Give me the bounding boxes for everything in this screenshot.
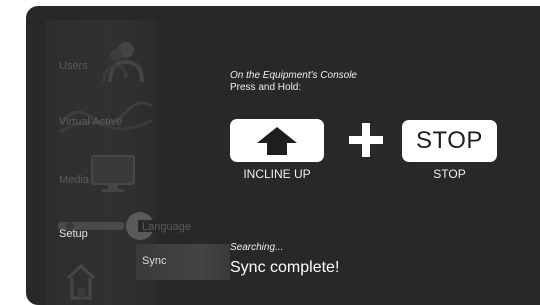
instruction-heading: On the Equipment's Console [230, 70, 357, 81]
menu-label-setup: Setup [59, 228, 88, 240]
menu-item-users[interactable]: Users [46, 34, 156, 84]
submenu-item-language[interactable]: Language [136, 210, 230, 246]
searching-text: Searching... [230, 242, 284, 253]
menu-label-users: Users [59, 60, 88, 72]
virtual-active-icon [58, 101, 153, 134]
submenu-label-language: Language [142, 221, 191, 233]
submenu-label-sync: Sync [142, 255, 167, 267]
stop-key-label: STOP [416, 127, 483, 154]
monitor-icon [91, 155, 135, 192]
incline-up-key [230, 119, 324, 162]
setup-submenu: Language Sync [136, 208, 230, 288]
sync-screen: Users Virtual Active Media Setup Languag… [26, 6, 540, 305]
arrow-up-icon [257, 127, 297, 155]
menu-label-virtual-active: Virtual Active [59, 116, 123, 128]
plus-icon [347, 121, 385, 159]
menu-label-media: Media [59, 174, 89, 186]
menu-item-media[interactable]: Media [46, 150, 156, 200]
submenu-item-sync[interactable]: Sync [136, 244, 230, 280]
instruction-subheading: Press and Hold: [230, 82, 302, 93]
stop-caption: STOP [433, 167, 466, 181]
home-icon [66, 263, 96, 300]
incline-up-caption: INCLINE UP [243, 167, 311, 181]
stop-key: STOP [402, 120, 497, 162]
users-icon [102, 42, 144, 83]
menu-item-virtual-active[interactable]: Virtual Active [46, 92, 156, 142]
sync-status: Sync complete! [230, 259, 340, 276]
sync-instructions: On the Equipment's Console Press and Hol… [230, 6, 540, 305]
